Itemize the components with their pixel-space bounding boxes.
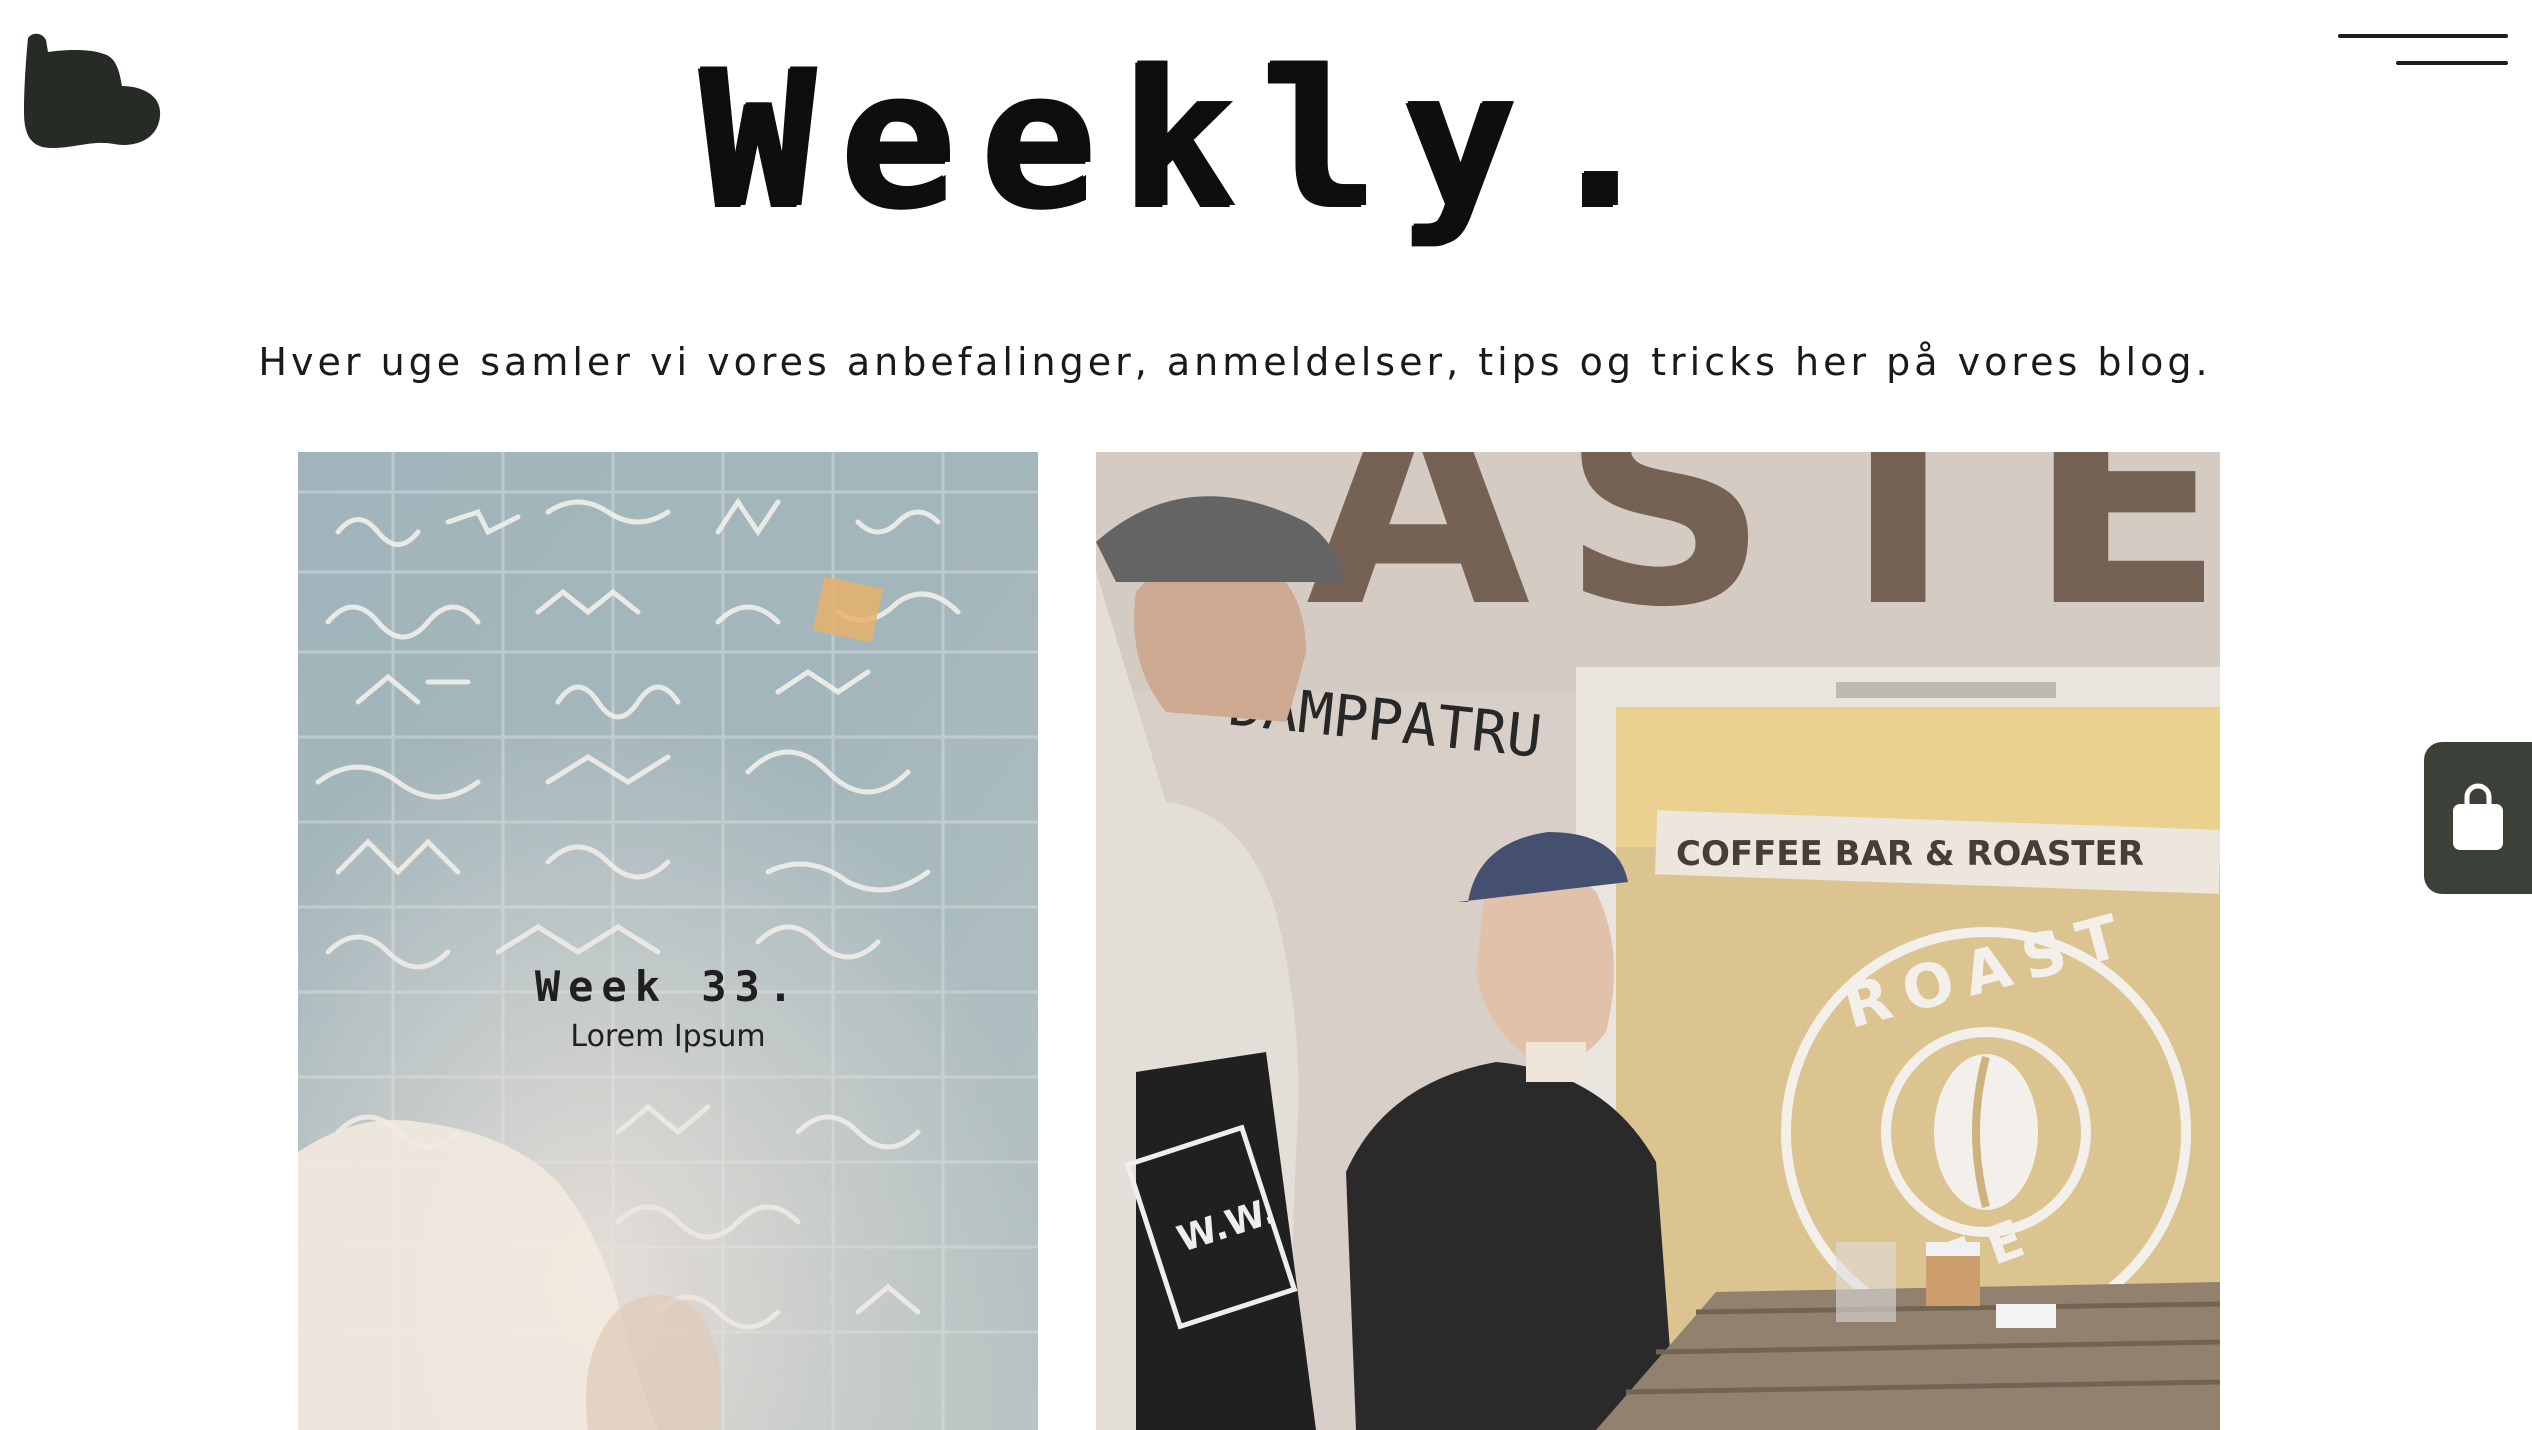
hamburger-menu-icon[interactable] xyxy=(2330,28,2512,74)
blog-post-card-coffee-bar[interactable]: ASTER COFFEE BAR & ROASTER ROAST EE DAMP… xyxy=(1096,452,2220,1430)
blog-tagline: Hver uge samler vi vores anbefalinger, a… xyxy=(258,340,2212,384)
blog-post-card-week-33[interactable]: Week 33. Lorem Ipsum xyxy=(298,452,1038,1430)
menu-bar-top xyxy=(2338,34,2508,38)
post-caption: Week 33. Lorem Ipsum xyxy=(298,962,1038,1054)
site-title: Weekly. xyxy=(700,29,1683,250)
shopping-bag-icon xyxy=(2453,783,2503,850)
post-subtitle: Lorem Ipsum xyxy=(570,1019,766,1054)
page: Weekly. Hver uge samler vi vores anbefal… xyxy=(0,0,2532,1430)
coffee-bar-photo: ASTER COFFEE BAR & ROASTER ROAST EE DAMP… xyxy=(1096,452,2220,1430)
cart-button[interactable] xyxy=(2424,742,2532,894)
post-title: Week 33. xyxy=(534,962,802,1011)
menu-bar-bottom xyxy=(2396,61,2508,65)
tile-wall-photo xyxy=(298,452,1038,1430)
logo-home-link[interactable] xyxy=(22,30,164,156)
blob-logo-icon xyxy=(24,33,161,148)
